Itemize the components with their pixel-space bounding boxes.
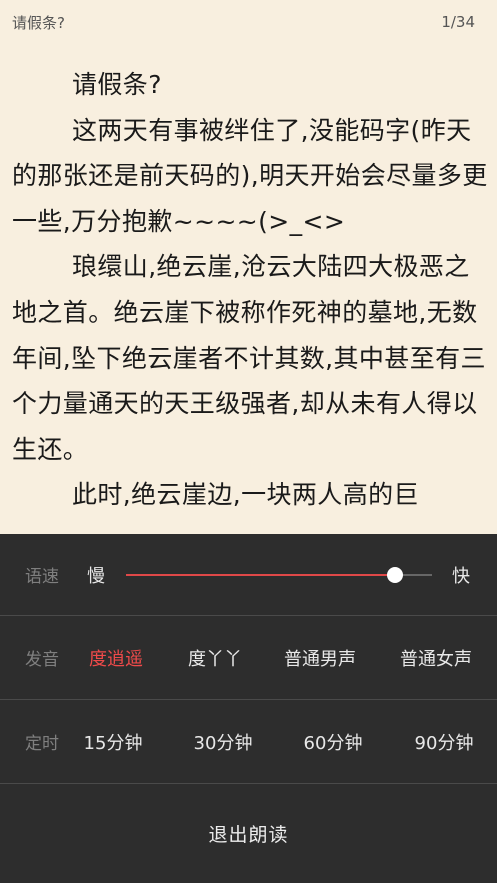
- paragraph: 请假条?: [72, 70, 162, 99]
- exit-read-aloud-button[interactable]: 退出朗读: [208, 820, 288, 847]
- timer-option-90[interactable]: 90分钟: [415, 729, 474, 755]
- voice-option-du-yaya[interactable]: 度丫丫: [188, 645, 242, 671]
- read-aloud-panel: 语速 慢 快 发音 度逍遥 度丫丫 普通男声 普通女声 定时 15分钟 30分钟…: [0, 534, 497, 883]
- chapter-title: 请假条?: [12, 13, 65, 32]
- timer-option-15[interactable]: 15分钟: [84, 729, 143, 755]
- timer-option-60[interactable]: 60分钟: [304, 729, 363, 755]
- reader-content[interactable]: 请假条? 这两天有事被绊住了,没能码字(昨天的那张还是前天码的),明天开始会尽量…: [12, 62, 490, 534]
- timer-row: 定时 15分钟 30分钟 60分钟 90分钟: [0, 700, 497, 784]
- paragraph: 此时,绝云崖边,一块两人高的巨: [72, 480, 419, 510]
- timer-option-30[interactable]: 30分钟: [194, 729, 253, 755]
- speech-speed-row: 语速 慢 快: [0, 534, 497, 616]
- speed-slider[interactable]: [126, 567, 432, 583]
- voice-row: 发音 度逍遥 度丫丫 普通男声 普通女声: [0, 616, 497, 700]
- speed-label: 语速: [25, 567, 59, 587]
- speed-slider-fill: [126, 574, 396, 576]
- voice-option-female[interactable]: 普通女声: [400, 645, 472, 671]
- paragraph: 这两天有事被绊住了,没能码字(昨天的那张还是前天码的),明天开始会尽量多更一些,…: [12, 115, 488, 236]
- voice-option-male[interactable]: 普通男声: [284, 645, 356, 671]
- slow-label: 慢: [87, 565, 105, 587]
- voice-option-du-xiaoyao[interactable]: 度逍遥: [89, 645, 143, 671]
- voice-label: 发音: [25, 650, 59, 670]
- timer-label: 定时: [25, 734, 59, 754]
- exit-row: 退出朗读: [0, 784, 497, 883]
- page-indicator: 1/34: [441, 13, 475, 31]
- reader-top-bar: 请假条? 1/34: [0, 0, 497, 44]
- fast-label: 快: [452, 565, 470, 587]
- speed-slider-thumb[interactable]: [387, 567, 404, 583]
- paragraph: 琅缳山,绝云崖,沧云大陆四大极恶之地之首。绝云崖下被称作死神的墓地,无数年间,坠…: [12, 252, 486, 464]
